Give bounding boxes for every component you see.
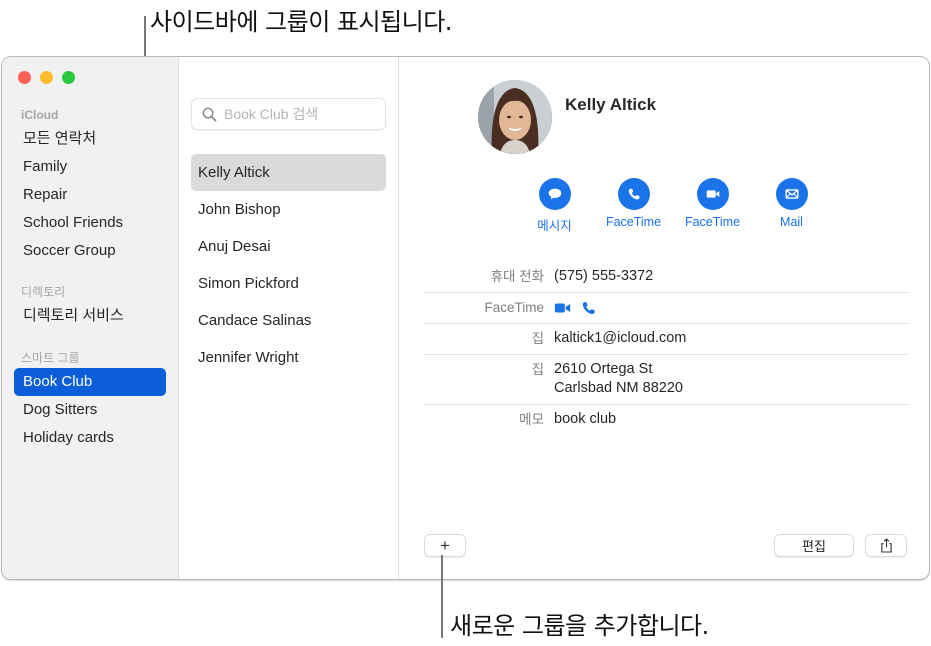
field-email: 집 kaltick1@icloud.com <box>423 324 908 355</box>
sidebar-section-directory: 디렉토리 디렉토리 서비스 <box>2 282 178 330</box>
field-note: 메모 book club <box>423 405 908 435</box>
field-label: 집 <box>531 331 544 346</box>
contact-detail-pane: Kelly Altick 메시지 FaceTime FaceTime Mail … <box>399 57 929 579</box>
facetime-video-icon[interactable] <box>554 301 572 315</box>
sidebar-header: iCloud <box>21 108 59 122</box>
field-label: FaceTime <box>484 300 544 315</box>
sidebar-item-all-contacts[interactable]: 모든 연락처 <box>14 125 166 153</box>
contact-list: Kelly Altick John Bishop Anuj Desai Simo… <box>191 154 386 376</box>
share-icon <box>880 538 892 553</box>
action-label: Mail <box>780 215 803 229</box>
phone-number-value[interactable]: (575) 555-3372 <box>554 267 653 286</box>
address-line-2: Carlsbad NM 88220 <box>554 380 683 396</box>
edit-button[interactable]: 편집 <box>774 534 854 557</box>
sidebar-header: 스마트 그룹 <box>21 351 80 365</box>
sidebar-item-holiday-cards[interactable]: Holiday cards <box>14 424 166 452</box>
facetime-audio-icon[interactable] <box>582 301 596 315</box>
contact-actions: 메시지 FaceTime FaceTime Mail <box>515 178 831 234</box>
plus-icon: + <box>440 536 450 555</box>
contact-list-item[interactable]: Jennifer Wright <box>191 339 386 376</box>
phone-icon <box>628 188 640 200</box>
action-label: FaceTime <box>684 215 741 229</box>
message-action-button[interactable]: 메시지 <box>515 178 594 234</box>
field-label: 집 <box>531 362 544 377</box>
field-label: 휴대 전화 <box>490 269 544 284</box>
facetime-audio-action-button[interactable]: FaceTime <box>594 178 673 234</box>
annotation-add-group: 새로운 그룹을 추가합니다. <box>450 612 709 640</box>
sidebar-item-family[interactable]: Family <box>14 153 166 181</box>
contact-avatar <box>478 80 552 154</box>
add-group-button[interactable]: + <box>424 534 466 557</box>
field-label: 메모 <box>519 412 544 427</box>
contact-list-item[interactable]: Candace Salinas <box>191 302 386 339</box>
action-label: 메시지 <box>537 219 572 233</box>
search-field[interactable] <box>191 98 386 130</box>
email-value[interactable]: kaltick1@icloud.com <box>554 329 686 348</box>
window-controls <box>18 71 75 84</box>
action-label: FaceTime <box>605 215 662 229</box>
video-icon <box>706 190 719 198</box>
annotation-sidebar-groups: 사이드바에 그룹이 표시됩니다. <box>150 8 452 36</box>
contact-list-item[interactable]: Kelly Altick <box>191 154 386 191</box>
search-icon <box>202 107 217 121</box>
contact-list-item[interactable]: Simon Pickford <box>191 265 386 302</box>
contacts-window: iCloud 모든 연락처 Family Repair School Frien… <box>1 56 930 580</box>
zoom-window-button[interactable] <box>62 71 75 84</box>
contact-list-pane: Kelly Altick John Bishop Anuj Desai Simo… <box>179 57 399 579</box>
sidebar-item-book-club[interactable]: Book Club <box>14 368 166 396</box>
note-value: book club <box>554 411 617 427</box>
contact-fields: 휴대 전화 (575) 555-3372 FaceTime 집 kaltick1… <box>423 262 908 435</box>
sidebar-item-school-friends[interactable]: School Friends <box>14 209 166 237</box>
address-value[interactable]: 2610 Ortega St Carlsbad NM 88220 <box>554 360 683 398</box>
sidebar-item-directory-services[interactable]: 디렉토리 서비스 <box>14 302 166 330</box>
sidebar-header: 디렉토리 <box>21 285 66 299</box>
search-input[interactable] <box>224 106 374 122</box>
sidebar-section-smart-groups: 스마트 그룹 Book Club Dog Sitters Holiday car… <box>2 348 178 452</box>
sidebar: iCloud 모든 연락처 Family Repair School Frien… <box>2 57 179 579</box>
share-button[interactable] <box>865 534 907 557</box>
mail-action-button[interactable]: Mail <box>752 178 831 234</box>
mail-icon <box>784 189 799 199</box>
contact-photo-icon <box>478 80 552 154</box>
contact-name: Kelly Altick <box>565 95 657 114</box>
close-window-button[interactable] <box>18 71 31 84</box>
minimize-window-button[interactable] <box>40 71 53 84</box>
field-address: 집 2610 Ortega St Carlsbad NM 88220 <box>423 355 908 405</box>
field-facetime: FaceTime <box>423 293 908 324</box>
field-mobile-phone: 휴대 전화 (575) 555-3372 <box>423 262 908 293</box>
sidebar-item-dog-sitters[interactable]: Dog Sitters <box>14 396 166 424</box>
facetime-video-action-button[interactable]: FaceTime <box>673 178 752 234</box>
address-line-1: 2610 Ortega St <box>554 361 653 377</box>
sidebar-item-repair[interactable]: Repair <box>14 181 166 209</box>
contact-list-item[interactable]: John Bishop <box>191 191 386 228</box>
contact-list-item[interactable]: Anuj Desai <box>191 228 386 265</box>
message-icon <box>548 188 561 200</box>
sidebar-item-soccer-group[interactable]: Soccer Group <box>14 237 166 265</box>
annotation-leader-line <box>441 555 443 638</box>
sidebar-section-icloud: iCloud 모든 연락처 Family Repair School Frien… <box>2 105 178 265</box>
